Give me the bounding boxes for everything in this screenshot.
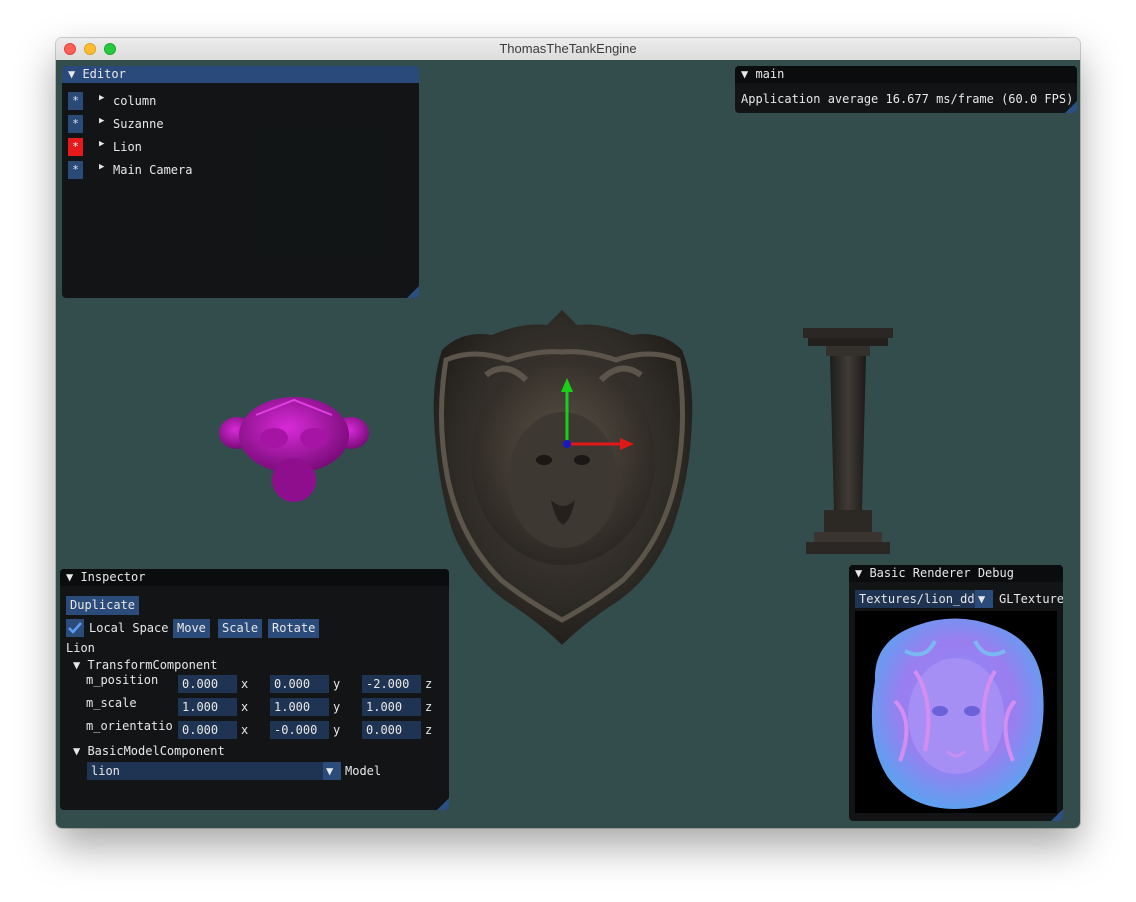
entity-toggle-button[interactable]: * — [68, 161, 83, 179]
resize-grip[interactable] — [407, 286, 419, 298]
z-axis-label: z — [425, 723, 433, 737]
model-select-arrow[interactable]: ▼ — [323, 762, 341, 780]
resize-grip[interactable] — [1051, 809, 1063, 821]
x-value-field[interactable]: 0.000 — [178, 675, 237, 693]
x-value-field[interactable]: 0.000 — [178, 721, 237, 739]
3d-viewport[interactable]: ▼ Editor * ▶ column * ▶ Suzanne * ▶ Lion * ▶ Main C… — [56, 60, 1080, 828]
x-axis-label: x — [241, 700, 249, 714]
model-component-header[interactable]: ▼ BasicModelComponent — [73, 744, 225, 758]
z-axis-label: z — [425, 677, 433, 691]
transform-row-label: m_position — [86, 673, 159, 687]
entity-toggle-button[interactable]: * — [68, 115, 83, 133]
renderer-debug-panel: ▼ Basic Renderer Debug Textures/lion_ddn… — [849, 565, 1063, 821]
transform-row-label: m_scale — [86, 696, 137, 710]
texture-select[interactable]: Textures/lion_ddn — [855, 590, 975, 608]
x-value-field[interactable]: 1.000 — [178, 698, 237, 716]
texture-type-label: GLTexture — [999, 592, 1063, 606]
z-value-field[interactable]: -2.000 — [362, 675, 421, 693]
z-axis-label: z — [425, 700, 433, 714]
y-axis-label: y — [333, 723, 341, 737]
normal-map-preview — [855, 611, 1057, 813]
y-value-field[interactable]: -0.000 — [270, 721, 329, 739]
rotate-button[interactable]: Rotate — [268, 619, 320, 638]
column-model — [803, 328, 893, 554]
y-value-field[interactable]: 0.000 — [270, 675, 329, 693]
editor-item-label[interactable]: Lion — [113, 140, 142, 154]
inspector-panel: ▼ Inspector Duplicate Local Space Move S… — [60, 569, 449, 810]
window-title: ThomasTheTankEngine — [499, 41, 637, 56]
y-axis-label: y — [333, 700, 341, 714]
scale-button[interactable]: Scale — [218, 619, 263, 638]
editor-item-label[interactable]: Suzanne — [113, 117, 164, 131]
triangle-right-icon[interactable]: ▶ — [99, 116, 104, 126]
editor-item-label[interactable]: Main Camera — [113, 163, 192, 177]
z-value-field[interactable]: 0.000 — [362, 721, 421, 739]
entity-toggle-button[interactable]: * — [68, 92, 83, 110]
transform-row-label: m_orientatio — [86, 719, 173, 733]
x-axis-label: x — [241, 677, 249, 691]
local-space-label: Local Space — [89, 621, 169, 635]
z-value-field[interactable]: 1.000 — [362, 698, 421, 716]
app-window: ThomasTheTankEngine ▼ Editor * ▶ column … — [56, 38, 1080, 828]
lion-model — [433, 310, 693, 645]
model-label: Model — [345, 764, 382, 778]
entity-toggle-button[interactable]: * — [68, 138, 83, 156]
y-axis-label: y — [333, 677, 341, 691]
editor-panel: ▼ Editor * ▶ column * ▶ Suzanne * ▶ Lion * ▶ Main C… — [62, 66, 419, 298]
transform-component-header[interactable]: ▼ TransformComponent — [73, 658, 218, 672]
y-value-field[interactable]: 1.000 — [270, 698, 329, 716]
inspector-title[interactable]: ▼ Inspector — [60, 569, 449, 586]
move-button[interactable]: Move — [173, 619, 210, 638]
entity-name: Lion — [66, 641, 95, 655]
main-panel: ▼ main Application average 16.677 ms/fra… — [735, 66, 1077, 113]
triangle-right-icon[interactable]: ▶ — [99, 93, 104, 103]
model-select[interactable]: lion — [87, 762, 323, 780]
editor-item-label[interactable]: column — [113, 94, 156, 108]
triangle-right-icon[interactable]: ▶ — [99, 139, 104, 149]
duplicate-button[interactable]: Duplicate — [66, 596, 140, 615]
editor-title[interactable]: ▼ Editor — [62, 66, 419, 83]
suzanne-model — [219, 397, 369, 502]
texture-select-arrow[interactable]: ▼ — [975, 590, 993, 608]
frame-stats: Application average 16.677 ms/frame (60.… — [741, 92, 1074, 106]
checkmark-icon — [68, 622, 82, 634]
main-title[interactable]: ▼ main — [735, 66, 1077, 83]
local-space-checkbox[interactable] — [66, 619, 84, 637]
title-bar: ThomasTheTankEngine — [56, 38, 1080, 61]
x-axis-label: x — [241, 723, 249, 737]
debug-title[interactable]: ▼ Basic Renderer Debug — [849, 565, 1063, 582]
resize-grip[interactable] — [437, 798, 449, 810]
triangle-right-icon[interactable]: ▶ — [99, 162, 104, 172]
resize-grip[interactable] — [1065, 101, 1077, 113]
